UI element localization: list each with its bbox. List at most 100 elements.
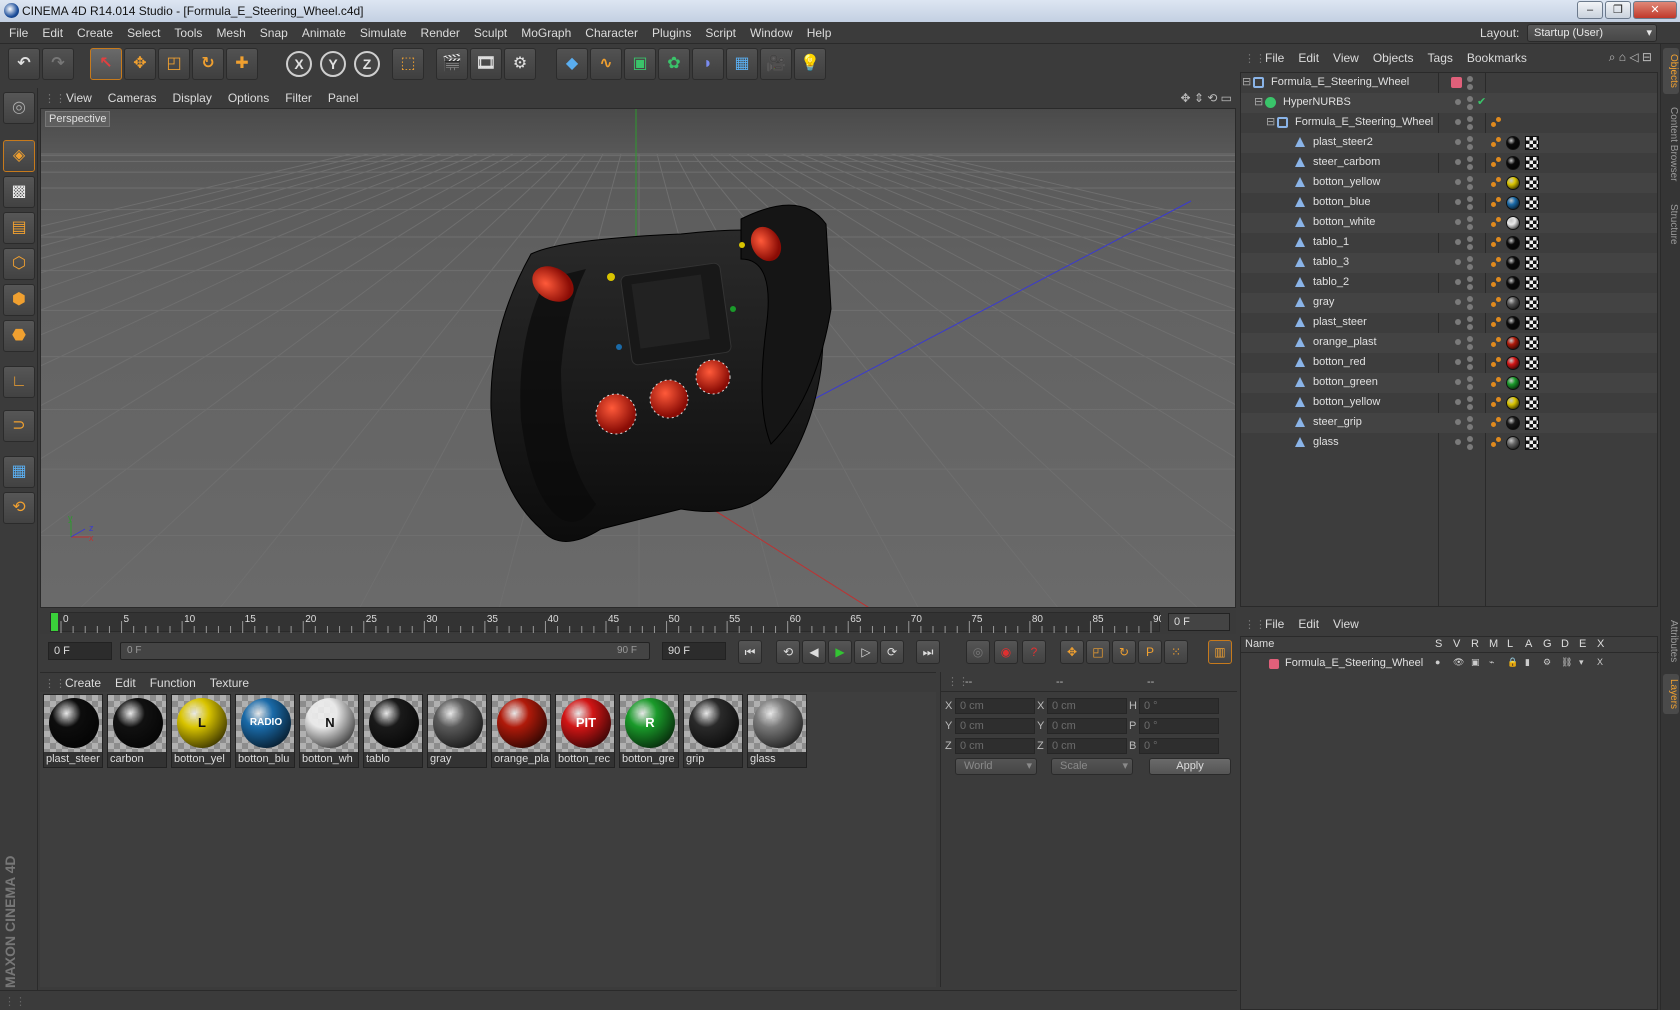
object-row[interactable]: botton_green (1241, 373, 1657, 393)
material-swatch[interactable]: grip (683, 694, 743, 768)
menu-script[interactable]: Script (698, 22, 743, 44)
expand-toggle-icon[interactable]: ⊟ (1254, 95, 1263, 108)
layer-flag-icon[interactable]: ▾ (1579, 657, 1584, 668)
texture-mode-button[interactable]: ▩ (3, 176, 35, 208)
object-row[interactable]: botton_red (1241, 353, 1657, 373)
viewport-menu-cameras[interactable]: Cameras (100, 88, 165, 108)
layer-flag-icon[interactable]: ⚙ (1543, 657, 1551, 668)
render-visibility-dot[interactable] (1467, 416, 1473, 422)
menu-help[interactable]: Help (800, 22, 839, 44)
render-visibility-dot[interactable] (1467, 104, 1473, 110)
floor-button[interactable]: ▦ (726, 48, 758, 80)
position-field[interactable]: 0 cm (955, 718, 1035, 734)
layer-column-g[interactable]: G (1543, 638, 1552, 650)
layer-color-swatch[interactable] (1451, 77, 1462, 88)
size-field[interactable]: 0 cm (1047, 738, 1127, 754)
layer-column-d[interactable]: D (1561, 638, 1569, 650)
phong-tag-icon[interactable] (1491, 137, 1503, 149)
editor-visibility-dot[interactable] (1455, 159, 1461, 165)
cube-primitive-button[interactable]: ◆ (556, 48, 588, 80)
render-visibility-dot[interactable] (1467, 384, 1473, 390)
material-tag-icon[interactable] (1506, 156, 1520, 170)
uvw-tag-icon[interactable] (1525, 256, 1539, 270)
material-tag-icon[interactable] (1506, 396, 1520, 410)
object-manager-search-icons[interactable]: ⌕ ⌂ ◁ ⊟ (1609, 50, 1652, 65)
material-tag-icon[interactable] (1506, 316, 1520, 330)
layer-flag-icon[interactable]: ▮ (1525, 657, 1530, 668)
layer-row[interactable]: Formula_E_Steering_Wheel ● 👁 ▣ ⌁ 🔒 ▮ ⚙ ⛓ ▾ X (1241, 655, 1659, 673)
render-visibility-dot[interactable] (1467, 264, 1473, 270)
render-visibility-dot[interactable] (1467, 364, 1473, 370)
play-button[interactable]: ▶ (828, 640, 852, 664)
layer-column-x[interactable]: X (1597, 638, 1604, 650)
render-visibility-dot[interactable] (1467, 444, 1473, 450)
mograph-cloner-button[interactable]: ✿ (658, 48, 690, 80)
render-visibility-dot[interactable] (1467, 376, 1473, 382)
record-point-level-button[interactable]: ⁙ (1164, 640, 1188, 664)
phong-tag-icon[interactable] (1491, 177, 1503, 189)
spline-pen-button[interactable]: ∿ (590, 48, 622, 80)
restore-button[interactable]: ❐ (1605, 1, 1631, 19)
material-menu-edit[interactable]: Edit (108, 673, 143, 693)
editor-visibility-dot[interactable] (1455, 319, 1461, 325)
editor-visibility-dot[interactable] (1455, 199, 1461, 205)
layer-flag-icon[interactable]: ● (1435, 657, 1440, 667)
material-swatch[interactable]: plast_steer (43, 694, 103, 768)
render-visibility-dot[interactable] (1467, 84, 1473, 90)
next-frame-button[interactable]: ▷ (854, 640, 878, 664)
render-visibility-dot[interactable] (1467, 164, 1473, 170)
editor-visibility-dot[interactable] (1455, 179, 1461, 185)
go-to-start-button[interactable]: ⏮ (738, 640, 762, 664)
uvw-tag-icon[interactable] (1525, 316, 1539, 330)
workplane-lock-button[interactable]: ▦ (3, 456, 35, 488)
viewport-menu-view[interactable]: View (58, 88, 100, 108)
object-row[interactable]: plast_steer2 (1241, 133, 1657, 153)
layer-menu-edit[interactable]: Edit (1291, 614, 1326, 634)
render-visibility-dot[interactable] (1467, 404, 1473, 410)
viewport-menu-panel[interactable]: Panel (320, 88, 367, 108)
layer-flag-icon[interactable]: 🔒 (1507, 657, 1518, 668)
autokeying-button[interactable]: ◉ (994, 640, 1018, 664)
points-mode-button[interactable]: ⬡ (3, 248, 35, 280)
material-tag-icon[interactable] (1506, 296, 1520, 310)
menu-mesh[interactable]: Mesh (209, 22, 252, 44)
material-swatch[interactable]: Nbotton_wh (299, 694, 359, 768)
polygons-mode-button[interactable]: ⬣ (3, 320, 35, 352)
material-tag-icon[interactable] (1506, 416, 1520, 430)
layer-flag-icon[interactable]: 👁 (1453, 657, 1464, 668)
record-parameter-button[interactable]: P (1138, 640, 1162, 664)
side-tab-attributes[interactable]: Attributes (1663, 614, 1679, 668)
layer-flag-icon[interactable]: ⛓ (1561, 657, 1572, 668)
menu-sculpt[interactable]: Sculpt (467, 22, 514, 44)
uvw-tag-icon[interactable] (1525, 236, 1539, 250)
start-frame-field[interactable]: 0 F (48, 642, 112, 660)
menu-create[interactable]: Create (70, 22, 120, 44)
menu-mograph[interactable]: MoGraph (514, 22, 578, 44)
render-visibility-dot[interactable] (1467, 116, 1473, 122)
apply-button[interactable]: Apply (1149, 758, 1231, 775)
uvw-tag-icon[interactable] (1525, 336, 1539, 350)
render-visibility-dot[interactable] (1467, 324, 1473, 330)
object-row[interactable]: botton_yellow (1241, 393, 1657, 413)
object-row[interactable]: ⊟ Formula_E_Steering_Wheel (1241, 73, 1657, 93)
layer-column-s[interactable]: S (1435, 638, 1442, 650)
rotation-field[interactable]: 0 ° (1139, 698, 1219, 714)
minimize-button[interactable]: – (1577, 1, 1603, 19)
object-row[interactable]: ⊟ HyperNURBS ✔ (1241, 93, 1657, 113)
material-swatch[interactable]: gray (427, 694, 487, 768)
light-button[interactable]: 💡 (794, 48, 826, 80)
menu-edit[interactable]: Edit (35, 22, 70, 44)
layer-column-e[interactable]: E (1579, 638, 1586, 650)
expand-toggle-icon[interactable]: ⊟ (1266, 115, 1275, 128)
render-visibility-dot[interactable] (1467, 304, 1473, 310)
object-row[interactable]: steer_carbom (1241, 153, 1657, 173)
viewport-menu-options[interactable]: Options (220, 88, 277, 108)
phong-tag-icon[interactable] (1491, 397, 1503, 409)
menu-animate[interactable]: Animate (295, 22, 353, 44)
model-mode-button[interactable]: ◈ (3, 140, 35, 172)
object-row[interactable]: gray (1241, 293, 1657, 313)
object-row[interactable]: botton_yellow (1241, 173, 1657, 193)
render-visibility-dot[interactable] (1467, 176, 1473, 182)
layer-color-swatch[interactable] (1269, 659, 1279, 669)
editor-visibility-dot[interactable] (1455, 279, 1461, 285)
